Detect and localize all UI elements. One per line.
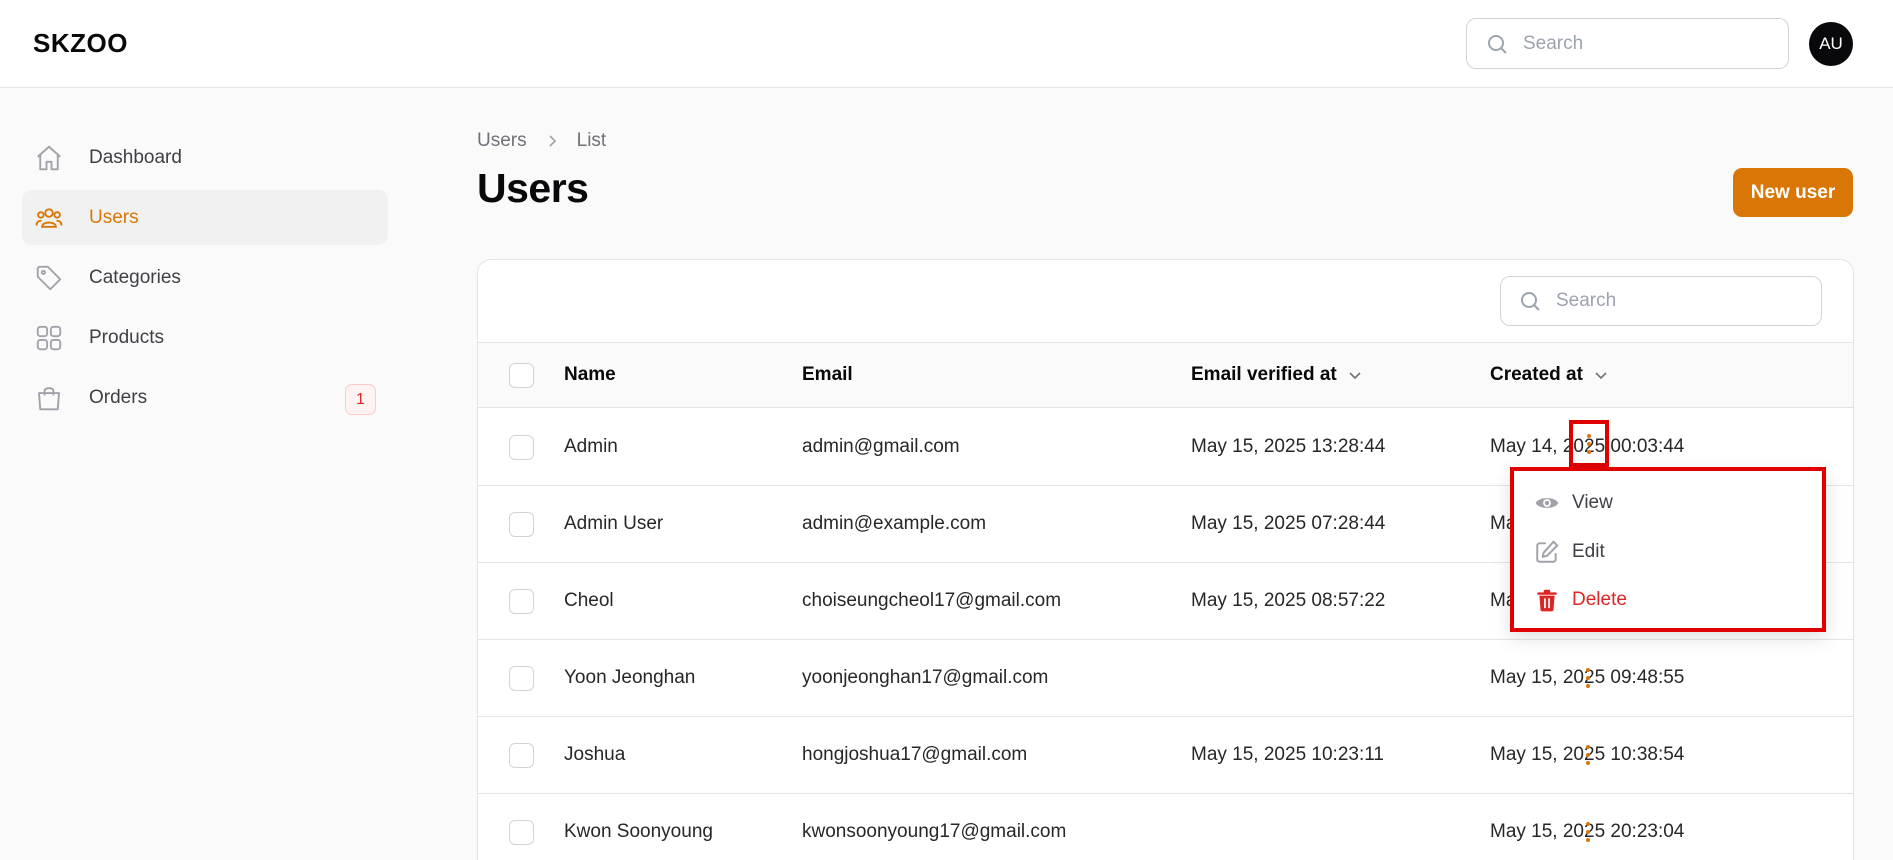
cell-email: yoonjeonghan17@gmail.com (802, 667, 1049, 688)
select-all-cell (509, 343, 534, 407)
table-row: Kwon Soonyoung kwonsoonyoung17@gmail.com… (478, 794, 1853, 860)
cell-name: Admin User (564, 513, 664, 534)
cell-email: admin@example.com (802, 513, 987, 534)
search-icon (1488, 34, 1507, 54)
cell-name: Joshua (564, 744, 626, 765)
cell-name: Cheol (564, 590, 614, 611)
pencil-square-icon (1536, 540, 1559, 563)
row-checkbox[interactable] (509, 665, 534, 691)
cell-email: kwonsoonyoung17@gmail.com (802, 821, 1067, 842)
sidebar-item-label: Products (89, 326, 164, 348)
table-row: Joshua hongjoshua17@gmail.com May 15, 20… (478, 717, 1853, 794)
users-icon (34, 203, 64, 233)
chevron-down-icon (1595, 372, 1607, 380)
row-actions-menu: View Edit Delete (1510, 467, 1826, 632)
sidebar-item-label: Orders (89, 386, 148, 408)
row-select-cell (509, 409, 534, 485)
menu-item-delete[interactable]: Delete (1534, 585, 1627, 615)
sidebar-item-products[interactable]: Products (22, 310, 388, 365)
breadcrumb-link-users[interactable]: Users (477, 130, 527, 152)
top-bar: SKZOO AU (0, 0, 1893, 88)
trash-icon (1537, 589, 1557, 612)
row-actions-button[interactable] (1570, 717, 1606, 793)
cell-email: hongjoshua17@gmail.com (802, 744, 1028, 765)
sidebar-item-categories[interactable]: Categories (22, 250, 388, 305)
menu-item-label: Delete (1572, 589, 1627, 610)
cell-email-verified: May 15, 2025 08:57:22 (1191, 590, 1386, 611)
row-checkbox[interactable] (509, 742, 534, 768)
sidebar-item-dashboard[interactable]: Dashboard (22, 130, 388, 185)
menu-item-label: View (1572, 492, 1613, 513)
breadcrumb: Users List (477, 130, 606, 152)
select-all-checkbox[interactable] (509, 362, 534, 388)
sidebar-item-orders[interactable]: Orders 1 (22, 370, 388, 425)
page-title: Users (477, 165, 589, 211)
row-checkbox[interactable] (509, 588, 534, 614)
kebab-menu-icon (1586, 745, 1590, 765)
row-actions-button[interactable] (1570, 794, 1606, 860)
menu-item-edit[interactable]: Edit (1534, 537, 1605, 567)
cell-name: Yoon Jeonghan (564, 667, 696, 688)
column-header-label: Email verified at (1191, 364, 1337, 385)
sidebar-item-users[interactable]: Users (22, 190, 388, 245)
shopping-bag-icon (34, 383, 64, 413)
row-select-cell (509, 563, 534, 639)
global-search-input[interactable] (1523, 32, 1763, 55)
table-header: Name Email Email verified at Created at (478, 342, 1853, 408)
grid-icon (34, 323, 64, 353)
chevron-down-icon (1349, 372, 1361, 380)
row-select-cell (509, 794, 534, 860)
user-avatar[interactable]: AU (1809, 22, 1853, 66)
row-select-cell (509, 640, 534, 716)
column-header-created-at[interactable]: Created at (1490, 343, 1609, 407)
row-checkbox[interactable] (509, 511, 534, 537)
cell-email-verified: May 15, 2025 13:28:44 (1191, 436, 1386, 457)
new-user-button[interactable]: New user (1733, 168, 1853, 217)
cell-name: Admin (564, 436, 618, 457)
cell-email: admin@gmail.com (802, 436, 960, 457)
cell-email-verified: May 15, 2025 10:23:11 (1191, 744, 1384, 765)
row-checkbox[interactable] (509, 434, 534, 460)
row-checkbox[interactable] (509, 819, 534, 845)
table-search[interactable] (1500, 276, 1822, 326)
orders-count-badge: 1 (345, 384, 376, 415)
eye-icon (1535, 498, 1559, 508)
kebab-menu-icon (1586, 822, 1590, 842)
cell-email-verified: May 15, 2025 07:28:44 (1191, 513, 1386, 534)
row-select-cell (509, 717, 534, 793)
table-search-input[interactable] (1556, 290, 1796, 312)
sidebar-item-label: Users (89, 206, 139, 228)
search-icon (1521, 292, 1540, 311)
row-actions-button[interactable] (1570, 640, 1606, 716)
sidebar-item-label: Categories (89, 266, 181, 288)
cell-name: Kwon Soonyoung (564, 821, 713, 842)
tag-icon (34, 263, 64, 293)
global-search[interactable] (1466, 18, 1789, 69)
brand-logo[interactable]: SKZOO (33, 28, 128, 59)
sidebar: Dashboard Users Categories Products Orde… (22, 130, 388, 430)
column-header-email-verified[interactable]: Email verified at (1191, 343, 1363, 407)
kebab-menu-icon (1587, 433, 1591, 454)
menu-item-view[interactable]: View (1534, 488, 1613, 518)
row-actions-button[interactable] (1569, 420, 1609, 467)
sidebar-item-label: Dashboard (89, 146, 182, 168)
kebab-menu-icon (1586, 668, 1590, 688)
menu-item-label: Edit (1572, 541, 1605, 562)
column-header-email: Email (802, 364, 853, 385)
column-header-name: Name (564, 364, 616, 385)
row-select-cell (509, 486, 534, 562)
column-header-label: Created at (1490, 364, 1583, 385)
home-icon (34, 143, 64, 173)
chevron-right-icon (544, 133, 560, 149)
table-row: Yoon Jeonghan yoonjeonghan17@gmail.com M… (478, 640, 1853, 717)
breadcrumb-current: List (576, 130, 607, 151)
cell-email: choiseungcheol17@gmail.com (802, 590, 1062, 611)
